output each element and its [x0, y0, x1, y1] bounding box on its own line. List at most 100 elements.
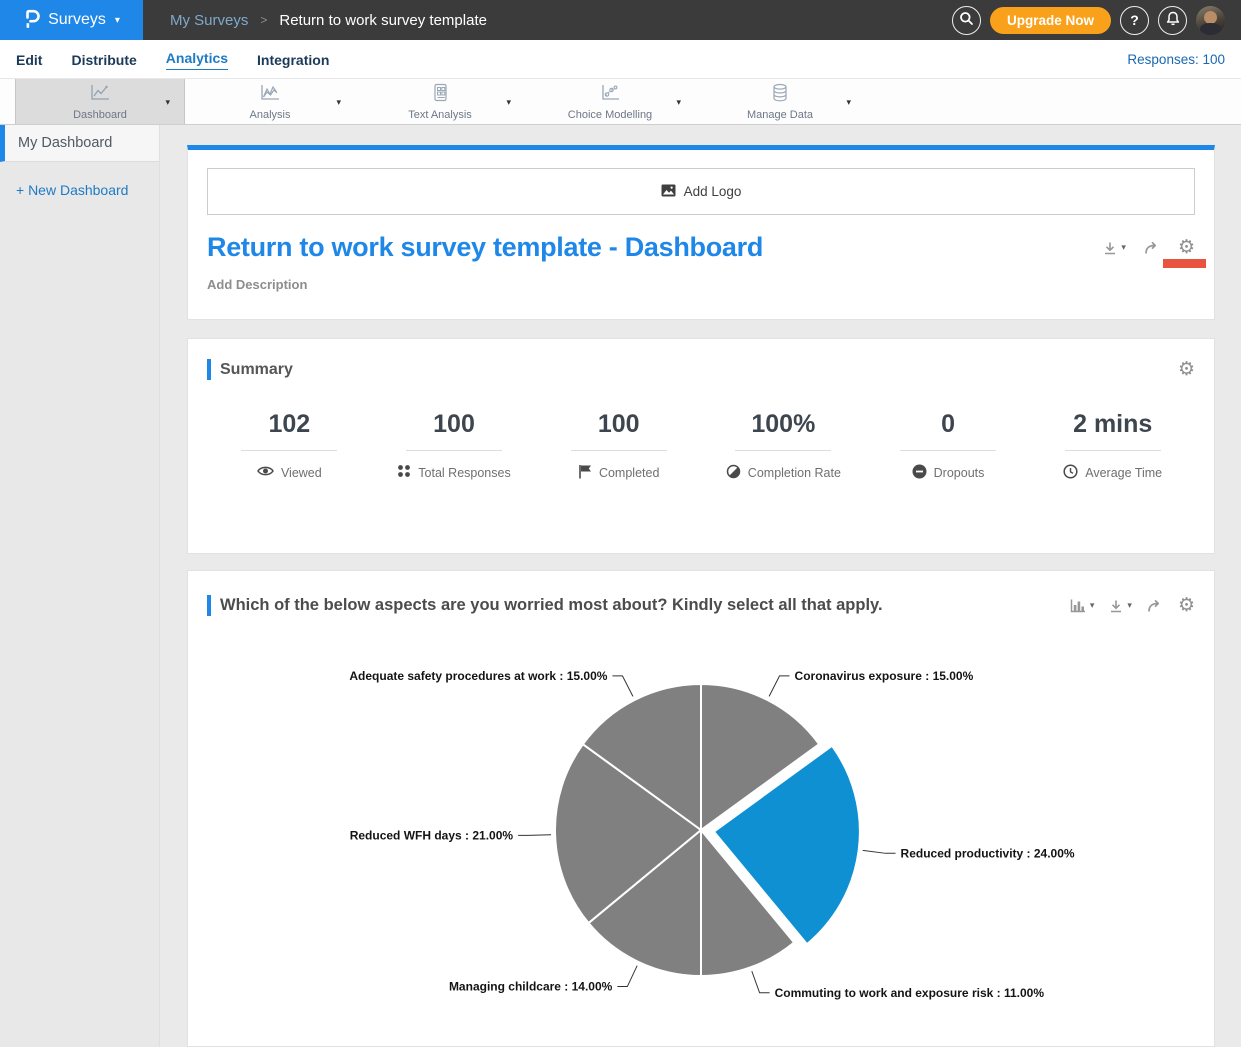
image-icon: [661, 184, 676, 200]
minus-circle-icon: [912, 464, 927, 482]
pie-slice-label: Reduced productivity : 24.00%: [901, 846, 1075, 860]
summary-card: Summary ⚙ 102: [187, 338, 1215, 554]
chevron-down-icon: ▾: [1121, 243, 1126, 253]
dashboard-title[interactable]: Return to work survey template - Dashboa…: [207, 232, 763, 263]
stat-total-responses: 100 Total Responses: [372, 410, 537, 484]
bar-chart-icon: [1069, 598, 1087, 614]
scatter-chart-icon: [598, 83, 622, 108]
summary-title: Summary: [220, 361, 293, 379]
dashboard-sidebar: My Dashboard + New Dashboard: [0, 125, 160, 1047]
search-button[interactable]: [952, 6, 981, 35]
summary-settings-button[interactable]: ⚙: [1178, 360, 1195, 379]
stat-label: Viewed: [281, 466, 322, 480]
sidebar-item-label: My Dashboard: [18, 135, 112, 151]
pie-leader-line: [863, 850, 896, 853]
chevron-down-icon[interactable]: ▾: [846, 97, 851, 107]
section-accent-bar: [207, 595, 211, 616]
add-logo-dropzone[interactable]: Add Logo: [207, 168, 1195, 215]
pie-slice-label: Coronavirus exposure : 15.00%: [795, 669, 974, 683]
product-switcher[interactable]: Surveys ▾: [0, 0, 143, 40]
breadcrumb-current: Return to work survey template: [279, 12, 487, 29]
pie-leader-line: [518, 835, 551, 836]
question-title: Which of the below aspects are you worri…: [220, 596, 883, 615]
breadcrumb-my-surveys[interactable]: My Surveys: [170, 12, 248, 29]
share-chart-button[interactable]: [1146, 598, 1164, 613]
toolbar-tab-text-analysis[interactable]: Text Analysis ▾: [355, 79, 525, 124]
toolbar-tab-manage-data[interactable]: Manage Data ▾: [695, 79, 865, 124]
chevron-down-icon[interactable]: ▾: [165, 97, 170, 107]
product-name: Surveys: [48, 11, 106, 29]
toolbar-tab-label: Dashboard: [73, 109, 127, 121]
highlight-marker: [1163, 259, 1206, 268]
flag-icon: [578, 464, 592, 482]
notifications-button[interactable]: [1158, 6, 1187, 35]
pie-slice-label: Adequate safety procedures at work : 15.…: [349, 669, 607, 683]
pie-slice-label: Commuting to work and exposure risk : 11…: [775, 986, 1045, 1000]
contrast-circle-icon: [726, 464, 741, 482]
download-chart-button[interactable]: ▾: [1108, 598, 1132, 614]
share-dashboard-button[interactable]: [1143, 240, 1161, 255]
upgrade-now-button[interactable]: Upgrade Now: [990, 7, 1111, 34]
toolbar-tab-label: Text Analysis: [408, 109, 472, 121]
tab-distribute[interactable]: Distribute: [71, 50, 136, 68]
chevron-down-icon: ▾: [1090, 601, 1095, 611]
search-icon: [959, 11, 974, 29]
database-icon: [768, 83, 792, 108]
gear-icon: ⚙: [1178, 360, 1195, 379]
chart-settings-button[interactable]: ⚙: [1178, 596, 1195, 615]
line-chart-icon: [88, 83, 112, 108]
stat-value: 100%: [701, 410, 866, 439]
add-description-button[interactable]: Add Description: [207, 277, 1195, 292]
summary-stats: 102 Viewed 100: [207, 410, 1195, 484]
pie-chart: Coronavirus exposure : 15.00% Reduced pro…: [207, 642, 1195, 1037]
eye-icon: [257, 465, 274, 480]
stat-average-time: 2 mins Average Time: [1030, 410, 1195, 484]
area-chart-icon: [258, 83, 282, 108]
stat-viewed: 102 Viewed: [207, 410, 372, 484]
avatar-face: [1204, 11, 1217, 24]
tab-integration[interactable]: Integration: [257, 50, 329, 68]
new-dashboard-button[interactable]: + New Dashboard: [16, 182, 159, 198]
toolbar-tab-label: Manage Data: [747, 109, 813, 121]
clock-icon: [1063, 464, 1078, 482]
dots-grid-icon: [397, 464, 411, 481]
sidebar-item-my-dashboard[interactable]: My Dashboard: [0, 125, 159, 162]
pie-leader-line: [752, 971, 770, 993]
chevron-down-icon[interactable]: ▾: [676, 97, 681, 107]
survey-menu-bar: Edit Distribute Analytics Integration Re…: [0, 40, 1241, 78]
stat-label: Completion Rate: [748, 466, 841, 480]
pie-slice-label: Reduced WFH days : 21.00%: [350, 828, 514, 842]
chart-type-button[interactable]: ▾: [1069, 598, 1095, 614]
user-avatar[interactable]: [1196, 6, 1225, 35]
stat-dropouts: 0 Dropouts: [866, 410, 1031, 484]
toolbar-tab-analysis[interactable]: Analysis ▾: [185, 79, 355, 124]
dashboard-settings-button[interactable]: ⚙: [1178, 238, 1195, 257]
toolbar-tab-choice-modelling[interactable]: Choice Modelling ▾: [525, 79, 695, 124]
dashboard-main: Add Logo Return to work survey template …: [160, 125, 1241, 1047]
avatar-shoulders: [1200, 23, 1221, 35]
section-accent-bar: [207, 359, 211, 380]
tab-analytics[interactable]: Analytics: [166, 48, 228, 70]
pie-slice-label: Managing childcare : 14.00%: [449, 980, 613, 994]
responses-count[interactable]: Responses: 100: [1127, 52, 1225, 67]
tab-edit[interactable]: Edit: [16, 50, 42, 68]
chevron-down-icon: ▾: [1127, 601, 1132, 611]
stat-label: Average Time: [1085, 466, 1162, 480]
pie-leader-line: [612, 676, 632, 696]
chevron-down-icon[interactable]: ▾: [506, 97, 511, 107]
download-dashboard-button[interactable]: ▾: [1102, 240, 1126, 256]
stat-value: 100: [536, 410, 701, 439]
chevron-down-icon: ▾: [115, 15, 120, 26]
help-button[interactable]: ?: [1120, 6, 1149, 35]
breadcrumb: My Surveys > Return to work survey templ…: [170, 12, 487, 29]
pie-leader-line: [769, 676, 789, 696]
gear-icon: ⚙: [1178, 238, 1195, 257]
share-icon: [1146, 598, 1164, 613]
share-icon: [1143, 240, 1161, 255]
question-mark-icon: ?: [1130, 12, 1139, 28]
chevron-down-icon[interactable]: ▾: [336, 97, 341, 107]
toolbar-tab-dashboard[interactable]: Dashboard ▾: [15, 79, 185, 124]
breadcrumb-separator: >: [260, 13, 267, 27]
question-card: Which of the below aspects are you worri…: [187, 570, 1215, 1047]
top-navbar: Surveys ▾ My Surveys > Return to work su…: [0, 0, 1241, 40]
